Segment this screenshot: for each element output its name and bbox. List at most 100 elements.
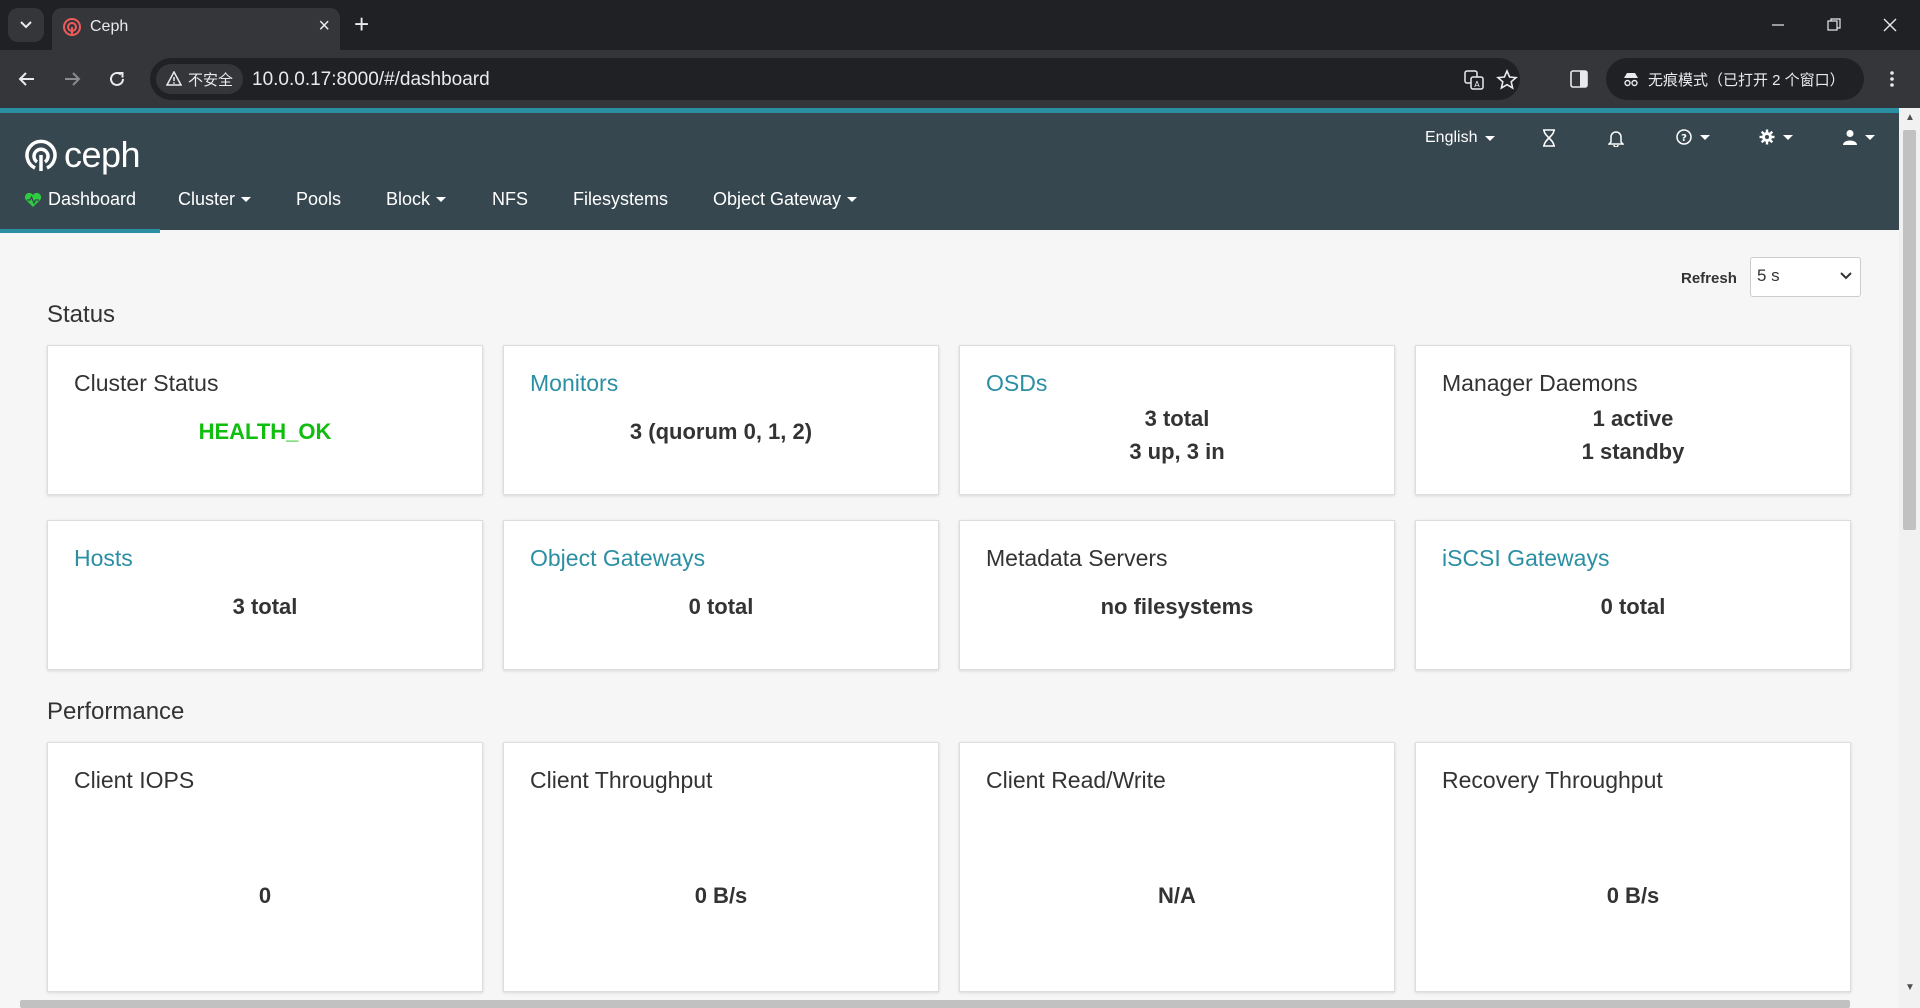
card-osds: OSDs 3 total 3 up, 3 in: [959, 345, 1395, 495]
tab-title: Ceph: [90, 18, 129, 35]
status-section-title: Status: [47, 301, 116, 328]
language-selector[interactable]: English: [1425, 129, 1496, 147]
client-iops-value: 0: [258, 883, 272, 908]
card-title: Metadata Servers: [986, 545, 1168, 571]
scroll-up-icon[interactable]: ▲: [1905, 112, 1915, 123]
more-vertical-icon: [1890, 71, 1894, 87]
help-menu-button[interactable]: ?: [1676, 129, 1710, 145]
recovery-throughput-value: 0 B/s: [1606, 883, 1660, 908]
hourglass-icon: [1543, 129, 1555, 147]
osds-link[interactable]: OSDs: [986, 370, 1047, 397]
nav-object-gateway[interactable]: Object Gateway: [713, 189, 858, 210]
monitors-value: 3 (quorum 0, 1, 2): [629, 419, 813, 444]
restore-icon: [1827, 18, 1841, 31]
caret-down-icon: [241, 197, 252, 202]
bell-icon: [1608, 131, 1624, 147]
logo-text: ceph: [64, 134, 141, 175]
object-gateways-link[interactable]: Object Gateways: [530, 545, 705, 572]
background-tasks-button[interactable]: [1542, 129, 1556, 147]
caret-down-icon: [1485, 135, 1496, 141]
user-menu-button[interactable]: [1843, 129, 1875, 145]
ceph-favicon-icon: [63, 18, 81, 36]
caret-down-icon: [1700, 134, 1710, 140]
browser-tab[interactable]: Ceph ×: [52, 8, 340, 50]
vertical-scrollbar[interactable]: ▲ ▼: [1899, 108, 1920, 1008]
chevron-down-icon: [20, 21, 32, 29]
settings-menu-button[interactable]: [1759, 129, 1793, 145]
nav-cluster[interactable]: Cluster: [178, 189, 252, 210]
card-hosts: Hosts 3 total: [47, 520, 483, 670]
new-tab-button[interactable]: +: [354, 10, 369, 38]
performance-section-title: Performance: [47, 698, 185, 725]
security-indicator[interactable]: 不安全: [156, 64, 244, 94]
minimize-icon: [1772, 24, 1784, 26]
hosts-link[interactable]: Hosts: [74, 545, 133, 572]
caret-down-icon: [1865, 134, 1875, 140]
iscsi-gateways-value: 0 total: [1600, 594, 1666, 619]
nav-filesystems[interactable]: Filesystems: [573, 189, 668, 210]
security-label: 不安全: [188, 71, 234, 89]
client-read-write-value: N/A: [1158, 883, 1196, 908]
refresh-label: Refresh: [1681, 270, 1737, 287]
nav-nfs[interactable]: NFS: [492, 189, 528, 210]
language-label: English: [1425, 129, 1478, 146]
card-client-read-write: Client Read/Write N/A: [959, 742, 1395, 992]
url-text[interactable]: 10.0.0.17:8000/#/dashboard: [252, 69, 490, 91]
ceph-logo[interactable]: ceph: [24, 134, 141, 175]
side-panel-icon[interactable]: [1570, 70, 1588, 88]
nav-dashboard[interactable]: Dashboard: [0, 189, 161, 233]
scrollbar-thumb[interactable]: [1903, 130, 1916, 530]
card-monitors: Monitors 3 (quorum 0, 1, 2): [503, 345, 939, 495]
card-title: Recovery Throughput: [1442, 767, 1663, 793]
chevron-down-icon: [1840, 272, 1852, 280]
nav-object-gateway-label: Object Gateway: [713, 189, 842, 209]
nav-pools[interactable]: Pools: [296, 189, 341, 210]
refresh-interval-select[interactable]: 5 s: [1750, 257, 1861, 297]
scroll-down-icon[interactable]: ▼: [1905, 982, 1915, 993]
restore-button[interactable]: [1806, 0, 1862, 50]
translate-icon[interactable]: A: [1463, 69, 1485, 91]
osds-state-value: 3 up, 3 in: [1129, 439, 1225, 464]
managers-standby-value: 1 standby: [1581, 439, 1685, 464]
nav-block-label: Block: [386, 189, 431, 209]
browser-menu-button[interactable]: [1876, 63, 1908, 95]
metadata-servers-value: no filesystems: [1100, 594, 1254, 619]
card-title: Manager Daemons: [1442, 370, 1638, 396]
svg-text:A: A: [1474, 80, 1480, 89]
close-window-button[interactable]: [1862, 0, 1918, 50]
heartbeat-icon: [24, 192, 42, 207]
warning-icon: [166, 71, 182, 86]
nav-filesystems-label: Filesystems: [573, 189, 669, 209]
tab-close-icon[interactable]: ×: [318, 14, 330, 38]
minimize-button[interactable]: [1750, 0, 1806, 50]
browser-tab-bar: Ceph × +: [0, 0, 1920, 50]
managers-active-value: 1 active: [1592, 406, 1674, 431]
incognito-profile-chip[interactable]: 无痕模式（已打开 2 个窗口）: [1606, 58, 1864, 100]
iscsi-gateways-link[interactable]: iSCSI Gateways: [1442, 545, 1609, 572]
nav-pools-label: Pools: [296, 189, 342, 209]
notifications-button[interactable]: [1608, 129, 1624, 147]
forward-button[interactable]: [56, 63, 88, 95]
address-bar[interactable]: 不安全 10.0.0.17:8000/#/dashboard A: [150, 58, 1520, 100]
svg-text:?: ?: [1681, 133, 1687, 144]
card-title: Cluster Status: [74, 370, 219, 396]
hosts-value: 3 total: [232, 594, 298, 619]
arrow-right-icon: [65, 72, 81, 86]
card-title: Client Throughput: [530, 767, 713, 793]
tab-search-button[interactable]: [8, 8, 44, 42]
monitors-link[interactable]: Monitors: [530, 370, 618, 397]
nav-dashboard-label: Dashboard: [48, 189, 137, 209]
arrow-left-icon: [18, 72, 34, 86]
reload-button[interactable]: [101, 63, 133, 95]
card-iscsi-gateways: iSCSI Gateways 0 total: [1415, 520, 1851, 670]
incognito-icon: [1624, 73, 1638, 87]
browser-toolbar: 不安全 10.0.0.17:8000/#/dashboard A 无痕模式（已打…: [0, 50, 1920, 108]
incognito-label: 无痕模式（已打开 2 个窗口）: [1648, 71, 1845, 89]
back-button[interactable]: [11, 63, 43, 95]
star-icon[interactable]: [1496, 69, 1518, 91]
card-client-throughput: Client Throughput 0 B/s: [503, 742, 939, 992]
horizontal-scrollbar[interactable]: [20, 1000, 1850, 1008]
client-throughput-value: 0 B/s: [694, 883, 748, 908]
close-icon: [1883, 18, 1897, 32]
nav-block[interactable]: Block: [386, 189, 447, 210]
